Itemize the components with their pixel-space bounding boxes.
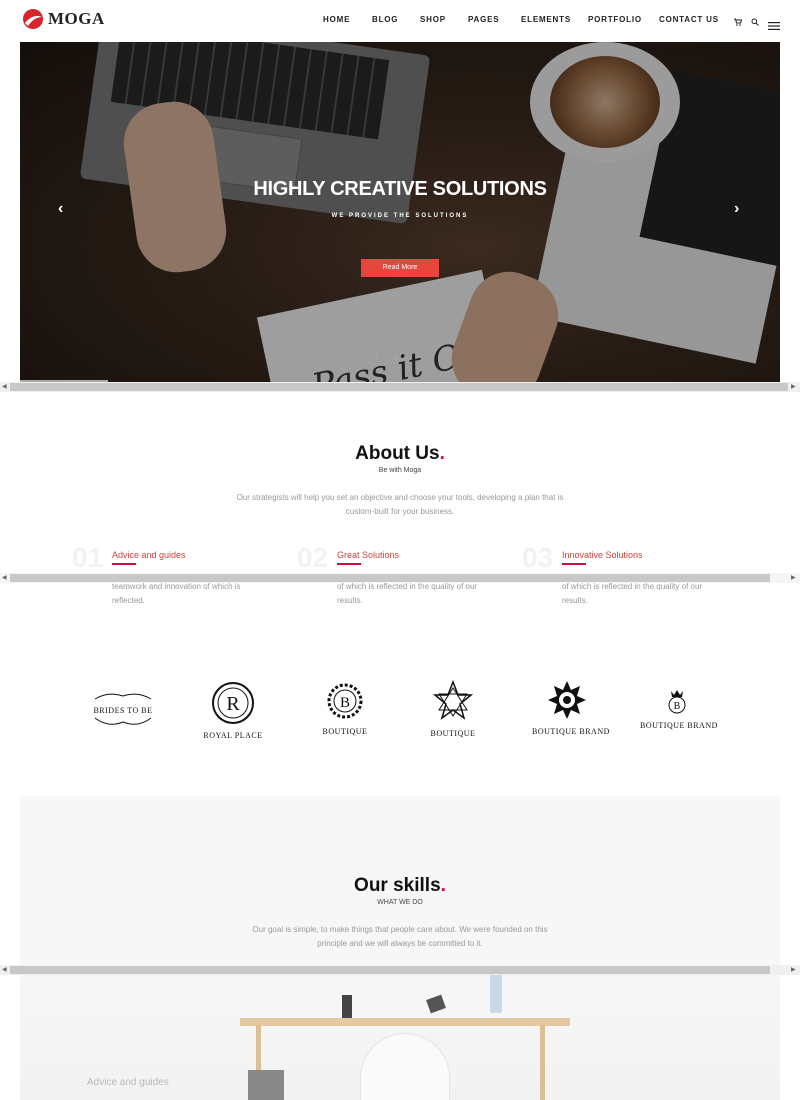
crest-icon: B xyxy=(327,683,363,719)
bag-image xyxy=(248,1070,284,1100)
brand-logo-boutique-1[interactable]: B BOUTIQUE xyxy=(312,680,378,736)
hero-subtitle: WE PROVIDE THE SOLUTIONS xyxy=(331,213,469,219)
about-subtitle: Be with Moga xyxy=(378,467,422,474)
hero-slider: Pass it On HIGHLY CREATIVE SOLUTIONS WE … xyxy=(20,42,780,382)
feature-text: of which is reflected in the quality of … xyxy=(337,582,478,605)
scroll-left-icon[interactable]: ◀ xyxy=(2,573,7,583)
feature-text: teamwork and innovation of which is refl… xyxy=(112,582,241,605)
feature-underline xyxy=(562,563,586,565)
books-image xyxy=(490,975,502,1013)
hero-overlay xyxy=(20,42,780,382)
plant-image xyxy=(280,980,340,1020)
horizontal-scrollbar[interactable]: ◀ ▶ xyxy=(0,965,800,975)
main-nav: HOME BLOG SHOP PAGES ELEMENTS PORTFOLIO … xyxy=(0,15,800,29)
crest-icon: R xyxy=(212,682,254,724)
about-title: About Us. xyxy=(355,443,445,464)
lamp-image xyxy=(342,995,352,1019)
brand-logo-boutique-brand-2[interactable]: B BOUTIQUE BRAND xyxy=(640,686,717,730)
ornament-icon xyxy=(94,717,152,725)
next-slide-icon[interactable]: › xyxy=(734,200,739,218)
feature-title[interactable]: Innovative Solutions xyxy=(562,550,643,560)
svg-text:B: B xyxy=(340,695,350,711)
feature-text: of which is reflected in the quality of … xyxy=(562,582,703,605)
horizontal-scrollbar[interactable]: ◀ ▶ xyxy=(0,573,800,583)
svg-text:B: B xyxy=(674,701,681,712)
scrollbar-thumb[interactable] xyxy=(10,966,770,974)
nav-shop[interactable]: SHOP xyxy=(420,15,446,24)
instagram-icon[interactable]: ◎ xyxy=(393,355,398,362)
skills-description: Our goal is simple, to make things that … xyxy=(252,925,548,948)
scrollbar-thumb[interactable] xyxy=(10,383,788,391)
ornament-icon xyxy=(94,693,152,700)
nav-blog[interactable]: BLOG xyxy=(372,15,398,24)
svg-text:R: R xyxy=(226,693,240,715)
nav-elements[interactable]: ELEMENTS xyxy=(521,15,571,24)
scroll-left-icon[interactable]: ◀ xyxy=(2,965,7,975)
skills-title: Our skills. xyxy=(354,875,446,896)
site-header: MOGA HOME BLOG SHOP PAGES ELEMENTS PORTF… xyxy=(0,0,800,42)
skills-subtitle: WHAT WE DO xyxy=(377,899,423,906)
brand-logo-boutique-2[interactable]: BOUTIQUE xyxy=(420,679,486,738)
feature-underline xyxy=(112,563,136,565)
hero-title: HIGHLY CREATIVE SOLUTIONS xyxy=(253,178,547,200)
about-description: Our strategists will help you set an obj… xyxy=(236,493,564,516)
scrollbar-thumb[interactable] xyxy=(10,574,770,582)
clock-image xyxy=(426,994,446,1014)
faded-feature-label: Advice and guides xyxy=(87,1077,169,1088)
facebook-icon[interactable]: f xyxy=(376,355,378,362)
brand-logo-brides-to-be[interactable]: BRIDES TO BE xyxy=(90,688,156,733)
nav-pages[interactable]: PAGES xyxy=(468,15,499,24)
read-more-button[interactable]: Read More xyxy=(361,259,439,277)
scroll-right-icon[interactable]: ▶ xyxy=(791,965,796,975)
twitter-icon[interactable]: t xyxy=(385,355,387,362)
scroll-right-icon[interactable]: ▶ xyxy=(791,573,796,583)
prev-slide-icon[interactable]: ‹ xyxy=(58,200,63,218)
brand-logo-boutique-brand-1[interactable]: BOUTIQUE BRAND xyxy=(532,680,609,736)
chair-image xyxy=(360,1033,450,1100)
nav-home[interactable]: HOME xyxy=(323,15,350,24)
crown-crest-icon: B xyxy=(668,690,686,714)
brand-logo-royal-place[interactable]: R ROYAL PLACE xyxy=(200,680,266,740)
desk-top xyxy=(240,1018,570,1026)
horizontal-scrollbar[interactable]: ◀ ▶ xyxy=(0,382,800,392)
scroll-left-icon[interactable]: ◀ xyxy=(2,382,7,392)
nav-portfolio[interactable]: PORTFOLIO xyxy=(588,15,642,24)
feature-title[interactable]: Great Solutions xyxy=(337,550,399,560)
menu-icon[interactable] xyxy=(768,17,780,35)
cart-icon[interactable] xyxy=(734,13,743,31)
search-icon[interactable] xyxy=(751,13,759,31)
feature-title[interactable]: Advice and guides xyxy=(112,550,186,560)
feature-underline xyxy=(337,563,361,565)
mandala-icon xyxy=(548,681,586,719)
nav-contact-us[interactable]: CONTACT US xyxy=(659,15,719,24)
scroll-right-icon[interactable]: ▶ xyxy=(791,382,796,392)
desk-leg xyxy=(540,1025,545,1100)
hero-social-links: f t ◎ xyxy=(376,355,399,362)
star-emblem-icon xyxy=(432,679,474,720)
